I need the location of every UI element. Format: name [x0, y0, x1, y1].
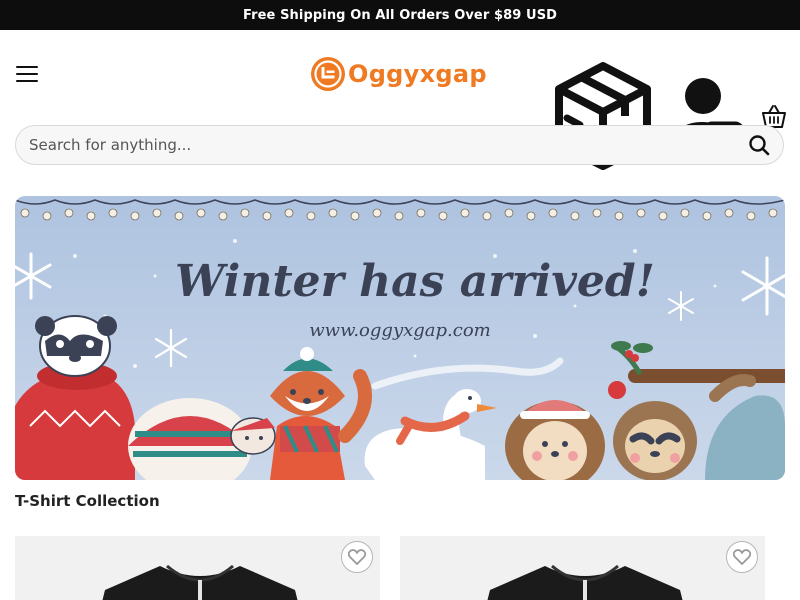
collection-title: T-Shirt Collection	[15, 492, 160, 510]
banner-headline: Winter has arrived!	[175, 256, 655, 307]
product-tshirt-image	[487, 564, 683, 600]
wishlist-button[interactable]	[726, 541, 758, 573]
announcement-text: Free Shipping On All Orders Over $89 USD	[242, 7, 558, 23]
product-card[interactable]	[400, 536, 765, 600]
announcement-bar: Free Shipping On All Orders Over $89 USD	[0, 0, 800, 30]
search-icon[interactable]	[748, 134, 770, 156]
banner-url: www.oggyxgap.com	[309, 320, 491, 341]
logo-text: Oggyxgap	[348, 60, 487, 88]
product-tshirt-image	[102, 564, 298, 600]
search-bar	[15, 125, 784, 165]
site-logo[interactable]: Oggyxgap	[310, 56, 487, 92]
product-card[interactable]	[15, 536, 380, 600]
search-input[interactable]	[29, 136, 748, 154]
heart-icon	[348, 549, 366, 565]
heart-icon	[733, 549, 751, 565]
hamburger-menu-icon[interactable]	[16, 66, 38, 82]
banner-illustration: Winter has arrived! www.oggyxgap.com	[15, 196, 785, 480]
winter-promo-banner[interactable]: Winter has arrived! www.oggyxgap.com	[15, 196, 785, 480]
site-header: Oggyxgap	[0, 30, 800, 170]
logo-mark-icon	[311, 57, 345, 91]
wishlist-button[interactable]	[341, 541, 373, 573]
